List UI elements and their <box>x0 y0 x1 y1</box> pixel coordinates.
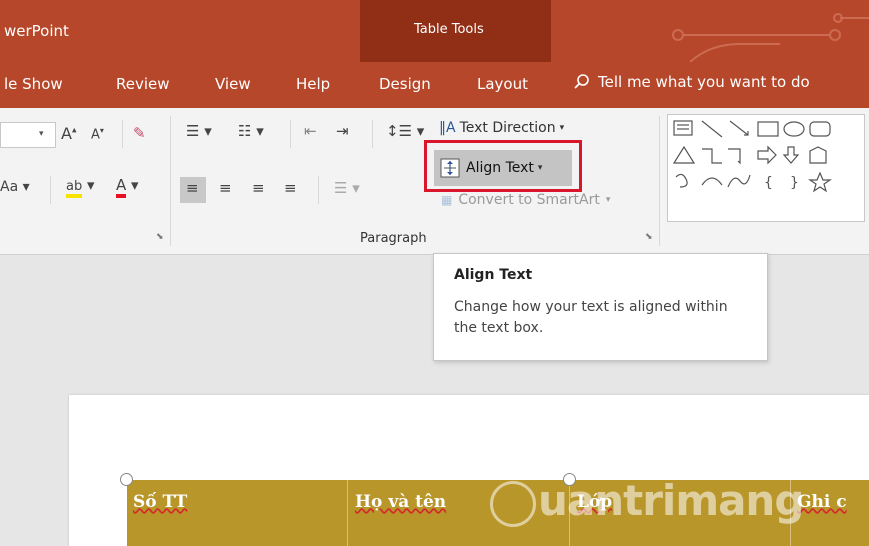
chevron-down-icon: ▾ <box>605 195 611 205</box>
tab-view[interactable]: View <box>215 75 251 93</box>
table-header-cell[interactable]: Họ và tên <box>355 492 446 512</box>
app-title: werPoint <box>4 22 69 40</box>
grow-font-icon[interactable]: A▴ <box>61 124 76 143</box>
smartart-icon: ▦ <box>441 193 453 207</box>
font-size-box[interactable]: ▾ <box>0 122 56 148</box>
svg-text:}: } <box>790 175 799 191</box>
column-divider <box>347 480 348 546</box>
align-right-icon[interactable]: ≡ <box>252 179 265 197</box>
justify-icon[interactable]: ≡ <box>284 179 297 197</box>
change-case-button[interactable]: Aa ▾ <box>0 179 30 195</box>
chevron-down-icon: ▾ <box>39 129 44 139</box>
tell-me-label: Tell me what you want to do <box>598 73 810 91</box>
group-separator <box>170 116 171 246</box>
group-separator <box>659 116 660 246</box>
text-direction-button[interactable]: ‖A Text Direction ▾ <box>439 120 564 136</box>
decorative-pattern <box>600 0 869 62</box>
align-center-icon[interactable]: ≡ <box>219 179 232 197</box>
decrease-indent-icon[interactable]: ⇤ <box>304 122 317 140</box>
watermark-logo: uantrimang <box>490 476 804 527</box>
line-spacing-icon[interactable]: ↕☰ ▾ <box>386 122 424 140</box>
separator <box>122 120 123 148</box>
bullets-icon[interactable]: ☰ ▾ <box>186 122 212 140</box>
paragraph-dialog-launcher-icon[interactable]: ⬊ <box>645 232 655 242</box>
context-tab-title: Table Tools <box>414 22 484 37</box>
text-direction-label: Text Direction <box>459 120 556 136</box>
table-header-cell[interactable]: Ghi c <box>797 492 847 512</box>
search-icon <box>574 74 589 89</box>
table-header-cell[interactable]: Số TT <box>133 492 187 512</box>
chevron-down-icon: ▾ <box>559 123 565 133</box>
lightbulb-icon <box>490 480 536 527</box>
font-color-icon[interactable]: A ▾ <box>116 176 139 198</box>
numbering-icon[interactable]: ☷ ▾ <box>238 122 264 140</box>
text-direction-icon: ‖A <box>439 120 456 136</box>
tooltip-description: Change how your text is aligned within t… <box>454 299 728 336</box>
change-case-label: Aa <box>0 179 19 195</box>
resize-handle[interactable] <box>120 473 133 486</box>
tab-layout[interactable]: Layout <box>477 75 528 93</box>
separator <box>290 120 291 148</box>
paragraph-group-label: Paragraph <box>360 231 427 246</box>
clear-formatting-icon[interactable]: ✎ <box>133 124 146 142</box>
tab-slide-show[interactable]: le Show <box>4 75 63 93</box>
annotation-highlight-box <box>424 140 582 192</box>
font-dialog-launcher-icon[interactable]: ⬊ <box>156 232 166 242</box>
highlight-color-icon[interactable]: ab ▾ <box>66 176 95 198</box>
tab-review[interactable]: Review <box>116 75 170 93</box>
svg-text:{: { <box>764 175 773 191</box>
separator <box>50 176 51 204</box>
separator <box>318 176 319 204</box>
watermark-text: uantrimang <box>538 476 804 525</box>
align-left-icon: ≡ <box>186 179 199 197</box>
shapes-gallery[interactable]: { } <box>667 114 865 222</box>
tab-help[interactable]: Help <box>296 75 330 93</box>
tab-design[interactable]: Design <box>379 75 431 93</box>
columns-icon[interactable]: ☰ ▾ <box>334 179 360 197</box>
convert-smartart-label: Convert to SmartArt <box>458 192 600 208</box>
separator <box>372 120 373 148</box>
convert-smartart-button[interactable]: ▦ Convert to SmartArt ▾ <box>441 192 610 208</box>
shapes-gallery-icon: { } <box>672 120 832 193</box>
shrink-font-icon[interactable]: A▾ <box>91 126 104 142</box>
tooltip-title: Align Text <box>454 267 533 283</box>
increase-indent-icon[interactable]: ⇥ <box>336 122 349 140</box>
tell-me-box[interactable]: Tell me what you want to do <box>574 73 810 91</box>
